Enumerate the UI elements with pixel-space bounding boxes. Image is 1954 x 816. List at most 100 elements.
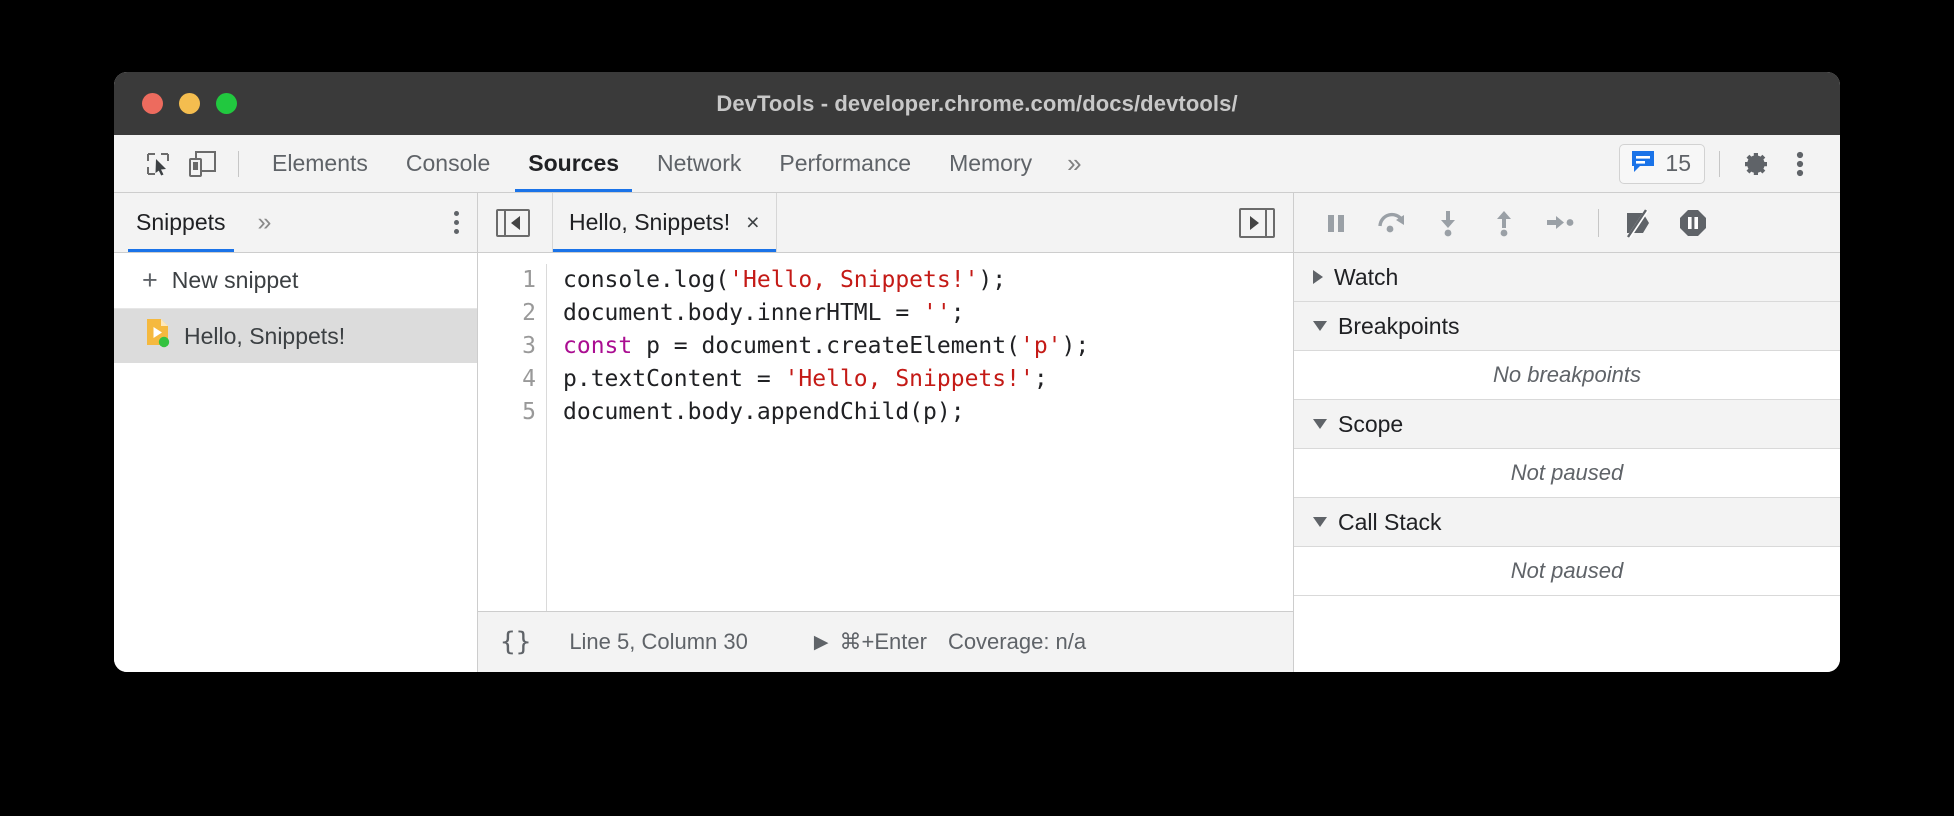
chevron-down-icon — [1313, 517, 1327, 527]
editor-panel: Hello, Snippets! × 12345 console.log('He… — [478, 193, 1294, 672]
section-header-breakpoints[interactable]: Breakpoints — [1294, 302, 1840, 351]
pause-on-exceptions-icon[interactable] — [1665, 200, 1721, 246]
scope-empty-message: Not paused — [1294, 449, 1840, 498]
devtools-main-toolbar: Elements Console Sources Network Perform… — [114, 135, 1840, 193]
kebab-menu-icon[interactable] — [1778, 144, 1822, 184]
message-bubble-icon — [1630, 149, 1656, 179]
show-debugger-sidebar-icon[interactable] — [1239, 208, 1275, 238]
section-header-scope[interactable]: Scope — [1294, 400, 1840, 449]
devtools-body: Snippets » + New snippet — [114, 193, 1840, 672]
editor-status-bar: {} Line 5, Column 30 ▶ ⌘+Enter Coverage:… — [478, 611, 1293, 672]
line-number-gutter: 12345 — [478, 264, 547, 611]
gear-icon[interactable] — [1734, 144, 1778, 184]
breakpoints-empty-message: No breakpoints — [1294, 351, 1840, 400]
section-title: Scope — [1338, 411, 1403, 438]
section-header-call-stack[interactable]: Call Stack — [1294, 498, 1840, 547]
tab-console[interactable]: Console — [387, 135, 509, 192]
line-number: 4 — [478, 363, 536, 396]
tab-network[interactable]: Network — [638, 135, 760, 192]
plus-icon: + — [142, 267, 158, 294]
navigator-more-chevron-icon[interactable]: » — [244, 208, 286, 237]
navigator-kebab-menu-icon[interactable] — [454, 211, 459, 234]
chevron-down-icon — [1313, 419, 1327, 429]
close-window-button[interactable] — [142, 93, 163, 114]
code-token: ; — [951, 300, 965, 326]
more-tabs-chevron-icon[interactable]: » — [1051, 148, 1097, 179]
chevron-right-icon — [1313, 270, 1323, 284]
list-item[interactable]: Hello, Snippets! — [114, 309, 477, 363]
code-line: document.body.innerHTML = ''; — [563, 297, 1089, 330]
new-snippet-button[interactable]: + New snippet — [114, 253, 477, 309]
editor-tabbar: Hello, Snippets! × — [478, 193, 1293, 253]
navigator-panel: Snippets » + New snippet — [114, 193, 478, 672]
code-token: console.log( — [563, 267, 729, 293]
code-line: console.log('Hello, Snippets!'); — [563, 264, 1089, 297]
line-number: 2 — [478, 297, 536, 330]
line-number: 3 — [478, 330, 536, 363]
pause-icon[interactable] — [1308, 200, 1364, 246]
deactivate-breakpoints-icon[interactable] — [1609, 200, 1665, 246]
step-over-icon[interactable] — [1364, 200, 1420, 246]
run-triangle-icon[interactable]: ▶ — [814, 631, 829, 654]
inspect-cursor-icon[interactable] — [136, 144, 180, 184]
code-token: document.body.innerHTML = — [563, 300, 923, 326]
tab-elements[interactable]: Elements — [253, 135, 387, 192]
code-token: ; — [1034, 366, 1048, 392]
tab-performance[interactable]: Performance — [760, 135, 930, 192]
chevron-down-icon — [1313, 321, 1327, 331]
section-title: Call Stack — [1338, 509, 1442, 536]
new-snippet-label: New snippet — [172, 267, 299, 294]
code-token: p.textContent = — [563, 366, 785, 392]
message-count: 15 — [1665, 150, 1691, 177]
code-token: 'Hello, Snippets!' — [785, 366, 1034, 392]
step-icon[interactable] — [1532, 200, 1588, 246]
editor-tab-hello-snippets[interactable]: Hello, Snippets! × — [552, 193, 777, 252]
debugger-toolbar-divider — [1598, 209, 1599, 237]
tab-memory[interactable]: Memory — [930, 135, 1051, 192]
section-title: Watch — [1334, 264, 1398, 291]
debugger-toolbar — [1294, 193, 1840, 253]
code-line: document.body.appendChild(p); — [563, 396, 1089, 429]
navigator-tab-snippets[interactable]: Snippets — [128, 193, 234, 252]
device-toolbar-icon[interactable] — [180, 144, 224, 184]
code-token: document.body.appendChild(p); — [563, 399, 965, 425]
screenshot-root: DevTools - developer.chrome.com/docs/dev… — [0, 0, 1954, 816]
zoom-window-button[interactable] — [216, 93, 237, 114]
navigator-header: Snippets » — [114, 193, 477, 253]
code-token: ); — [1062, 333, 1090, 359]
step-into-icon[interactable] — [1420, 200, 1476, 246]
tab-sources[interactable]: Sources — [509, 135, 638, 192]
line-number: 1 — [478, 264, 536, 297]
code-token: p = document.createElement( — [632, 333, 1020, 359]
code-token: '' — [923, 300, 951, 326]
panel-tabs: Elements Console Sources Network Perform… — [253, 135, 1051, 192]
code-line: const p = document.createElement('p'); — [563, 330, 1089, 363]
run-shortcut-label: ⌘+Enter — [840, 629, 927, 655]
coverage-label: Coverage: n/a — [948, 629, 1086, 655]
window-titlebar: DevTools - developer.chrome.com/docs/dev… — [114, 72, 1840, 135]
editor-tab-label: Hello, Snippets! — [569, 209, 730, 236]
code-token: 'p' — [1020, 333, 1062, 359]
step-out-icon[interactable] — [1476, 200, 1532, 246]
code-token: 'Hello, Snippets!' — [729, 267, 978, 293]
section-header-watch[interactable]: Watch — [1294, 253, 1840, 302]
code-content[interactable]: console.log('Hello, Snippets!');document… — [547, 264, 1089, 611]
section-title: Breakpoints — [1338, 313, 1459, 340]
call-stack-empty-message: Not paused — [1294, 547, 1840, 596]
line-number: 5 — [478, 396, 536, 429]
debugger-panel: Watch Breakpoints No breakpoints Scope N… — [1294, 193, 1840, 672]
close-icon[interactable]: × — [746, 209, 759, 236]
message-count-badge[interactable]: 15 — [1619, 144, 1705, 184]
collapse-navigator-icon[interactable] — [496, 209, 530, 237]
code-token: const — [563, 333, 632, 359]
code-editor[interactable]: 12345 console.log('Hello, Snippets!');do… — [478, 253, 1293, 611]
pretty-print-icon[interactable]: {} — [500, 627, 531, 657]
traffic-lights — [142, 93, 237, 114]
snippet-name: Hello, Snippets! — [184, 323, 345, 350]
snippet-file-icon — [145, 318, 171, 354]
devtools-window: DevTools - developer.chrome.com/docs/dev… — [114, 72, 1840, 672]
minimize-window-button[interactable] — [179, 93, 200, 114]
cursor-position: Line 5, Column 30 — [569, 629, 748, 655]
code-line: p.textContent = 'Hello, Snippets!'; — [563, 363, 1089, 396]
toolbar-divider — [238, 151, 239, 177]
